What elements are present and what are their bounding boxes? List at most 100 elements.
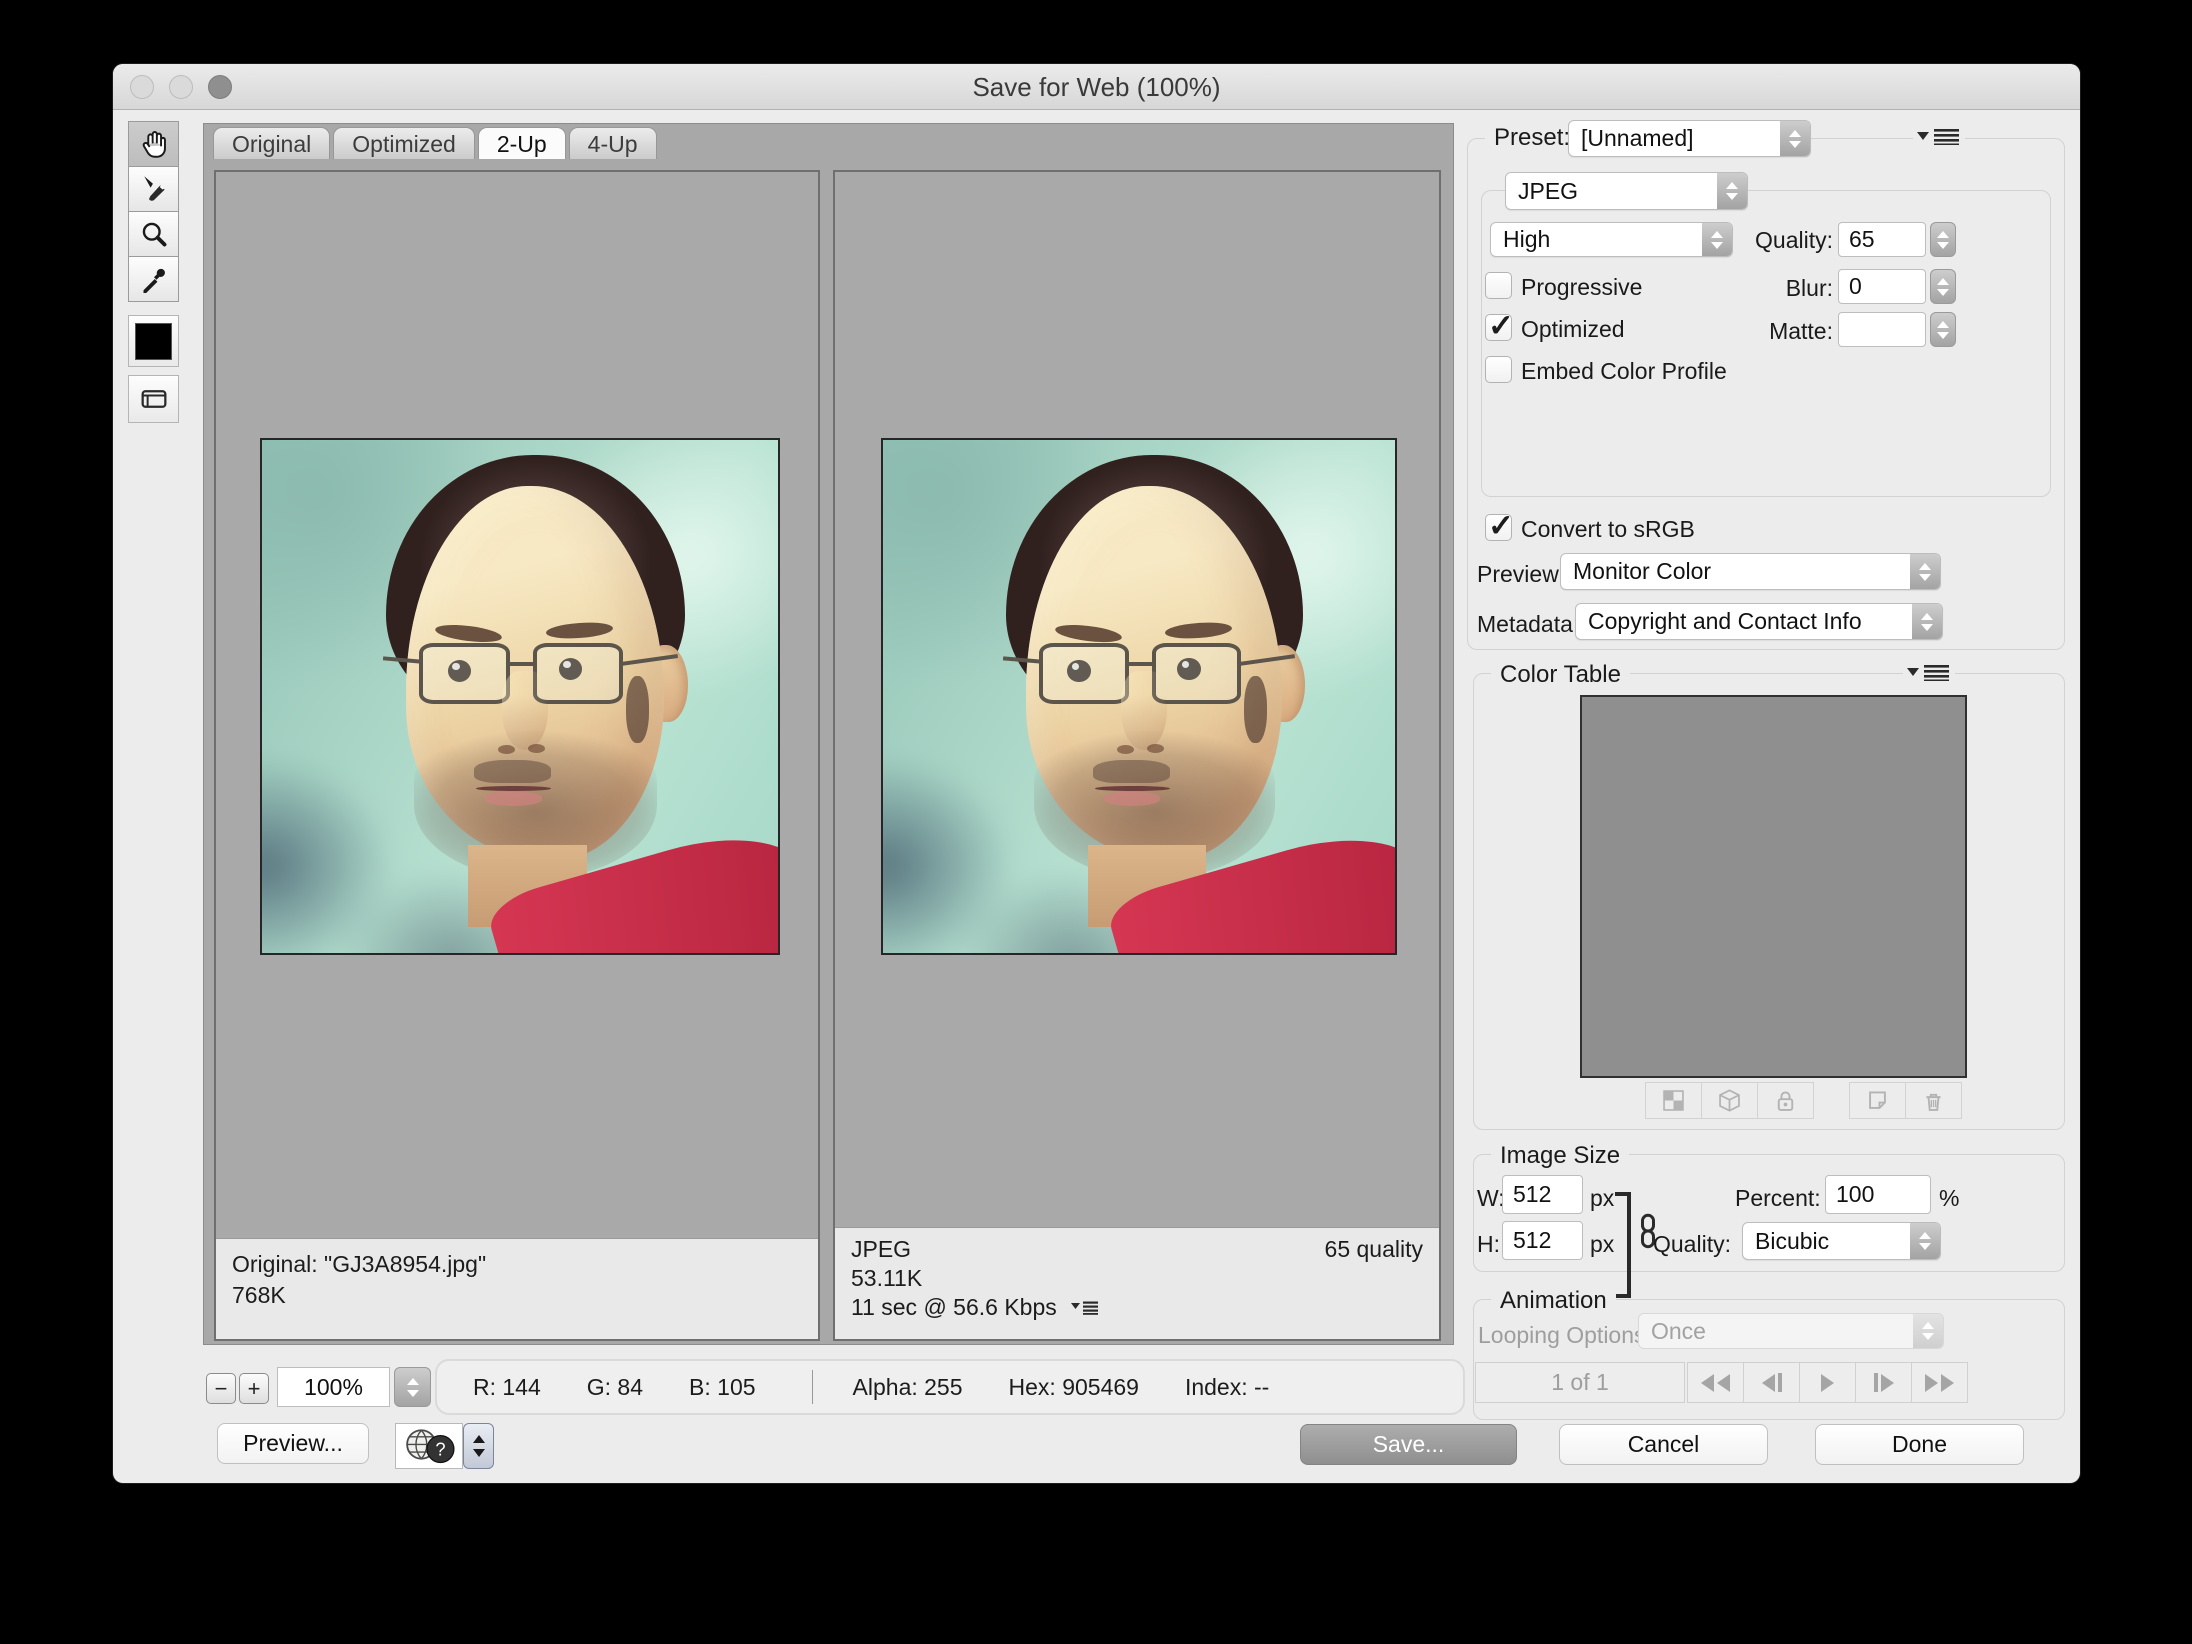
- optimized-download-time: 11 sec @ 56.6 Kbps: [851, 1293, 1057, 1322]
- title-bar[interactable]: Save for Web (100%): [113, 64, 2080, 110]
- frame-status: 1 of 1: [1475, 1362, 1685, 1403]
- image-size-title: Image Size: [1491, 1142, 1629, 1170]
- blue-readout: B: 105: [689, 1374, 756, 1401]
- zoom-level-field[interactable]: 100%: [277, 1367, 390, 1407]
- original-filesize: 768K: [232, 1280, 802, 1311]
- save-button[interactable]: Save...: [1300, 1424, 1517, 1465]
- tab-optimized[interactable]: Optimized: [333, 127, 475, 159]
- embed-color-profile-checkbox[interactable]: [1485, 356, 1512, 383]
- percent-field[interactable]: 100: [1825, 1175, 1931, 1214]
- compression-stepper: [1702, 223, 1732, 256]
- new-item-icon: [1864, 1087, 1891, 1114]
- optimized-format: JPEG: [851, 1235, 911, 1264]
- browser-select-stepper[interactable]: [463, 1423, 494, 1469]
- play-button: [1799, 1362, 1856, 1403]
- preview-in-browser-button[interactable]: Preview...: [217, 1423, 369, 1464]
- cancel-button[interactable]: Cancel: [1559, 1424, 1768, 1465]
- preset-stepper: [1780, 121, 1810, 156]
- tab-2up[interactable]: 2-Up: [478, 127, 566, 159]
- embed-color-profile-label: Embed Color Profile: [1521, 358, 1727, 385]
- color-table-menu-icon[interactable]: [1903, 664, 1955, 686]
- resample-stepper: [1910, 1223, 1940, 1259]
- zoom-out-button[interactable]: −: [206, 1373, 236, 1404]
- progressive-checkbox[interactable]: [1485, 272, 1512, 299]
- color-readout-bar: R: 144 G: 84 B: 105 Alpha: 255 Hex: 9054…: [435, 1359, 1465, 1415]
- blur-field-stepper[interactable]: [1930, 269, 1956, 304]
- lock-icon: [1772, 1087, 1799, 1114]
- format-stepper: [1717, 173, 1747, 209]
- width-field[interactable]: 512: [1502, 1175, 1583, 1214]
- quality-label: Quality:: [1743, 227, 1833, 254]
- preview-select-stepper: [1910, 554, 1940, 589]
- optimized-checkbox[interactable]: [1485, 314, 1512, 341]
- convert-to-srgb-checkbox[interactable]: [1485, 514, 1512, 541]
- web-shift-button[interactable]: [1701, 1082, 1758, 1119]
- eyedropper-tool-button[interactable]: [128, 256, 179, 302]
- first-frame-button: [1687, 1362, 1744, 1403]
- metadata-select-stepper: [1912, 604, 1942, 639]
- play-icon: [1821, 1374, 1834, 1392]
- resample-quality-label: Quality:: [1653, 1231, 1728, 1258]
- next-frame-icon: [1881, 1374, 1894, 1392]
- metadata-label: Metadata:: [1477, 611, 1579, 638]
- download-speed-menu-icon[interactable]: [1071, 1300, 1098, 1315]
- preset-select[interactable]: [Unnamed]: [1568, 120, 1811, 157]
- preset-label: Preset:: [1485, 124, 1579, 152]
- slices-visibility-icon: [137, 382, 171, 416]
- browser-select-button[interactable]: ?: [395, 1423, 463, 1469]
- blur-field[interactable]: 0: [1838, 269, 1926, 304]
- file-format-select[interactable]: JPEG: [1505, 172, 1748, 210]
- alpha-readout: Alpha: 255: [853, 1374, 963, 1401]
- preset-panel-menu-icon[interactable]: [1913, 128, 1965, 150]
- last-frame-button: [1911, 1362, 1968, 1403]
- hand-tool-button[interactable]: [128, 121, 179, 167]
- original-pane[interactable]: Original: "GJ3A8954.jpg" 768K: [214, 170, 820, 1341]
- eyedropper-icon: [136, 261, 172, 297]
- hex-readout: Hex: 905469: [1009, 1374, 1139, 1401]
- resample-quality-select[interactable]: Bicubic: [1742, 1222, 1941, 1260]
- view-tabs: Original Optimized 2-Up 4-Up: [213, 127, 660, 159]
- preview-select[interactable]: Monitor Color: [1560, 553, 1941, 590]
- slice-select-tool-button[interactable]: [128, 166, 179, 212]
- tab-original[interactable]: Original: [213, 127, 330, 159]
- magnifier-icon: [136, 216, 172, 252]
- save-for-web-dialog: Save for Web (100%) Original Optimized 2…: [113, 64, 2080, 1483]
- progressive-label: Progressive: [1521, 274, 1642, 301]
- browser-globe-icon: ?: [403, 1427, 455, 1465]
- portrait-photo: [883, 440, 1395, 953]
- slice-select-icon: [136, 171, 172, 207]
- original-info-strip: Original: "GJ3A8954.jpg" 768K: [216, 1238, 818, 1339]
- zoom-in-button[interactable]: +: [239, 1373, 269, 1404]
- window-title: Save for Web (100%): [113, 72, 2080, 103]
- quality-field[interactable]: 65: [1838, 222, 1926, 257]
- height-unit: px: [1590, 1231, 1614, 1258]
- height-label: H:: [1477, 1231, 1500, 1258]
- metadata-select[interactable]: Copyright and Contact Info: [1575, 603, 1943, 640]
- looping-options-label: Looping Options:: [1478, 1322, 1652, 1349]
- map-transparency-button[interactable]: [1645, 1082, 1702, 1119]
- new-color-button[interactable]: [1849, 1082, 1906, 1119]
- animation-title: Animation: [1491, 1287, 1616, 1315]
- lock-color-button[interactable]: [1757, 1082, 1814, 1119]
- toggle-slices-visibility-button[interactable]: [128, 375, 179, 423]
- color-table-swatches[interactable]: [1580, 695, 1967, 1078]
- eyedropper-color-button[interactable]: [128, 315, 179, 367]
- first-frame-icon: [1701, 1374, 1714, 1392]
- tab-4up[interactable]: 4-Up: [569, 127, 657, 159]
- zoom-tool-button[interactable]: [128, 211, 179, 257]
- height-field[interactable]: 512: [1502, 1221, 1583, 1260]
- compression-quality-select[interactable]: High: [1490, 222, 1733, 257]
- previous-frame-icon: [1762, 1374, 1775, 1392]
- zoom-level-stepper[interactable]: [394, 1367, 431, 1407]
- done-button[interactable]: Done: [1815, 1424, 2024, 1465]
- index-readout: Index: --: [1185, 1374, 1269, 1401]
- optimized-image-area: [835, 172, 1439, 1227]
- blur-label: Blur:: [1753, 275, 1833, 302]
- matte-field[interactable]: [1838, 312, 1926, 347]
- transparency-checker-icon: [1660, 1087, 1687, 1114]
- delete-color-button[interactable]: [1905, 1082, 1962, 1119]
- optimized-pane[interactable]: JPEG 65 quality 53.11K 11 sec @ 56.6 Kbp…: [833, 170, 1441, 1341]
- percent-label: Percent:: [1735, 1185, 1820, 1212]
- quality-field-stepper[interactable]: [1930, 222, 1956, 257]
- matte-field-stepper[interactable]: [1930, 312, 1956, 347]
